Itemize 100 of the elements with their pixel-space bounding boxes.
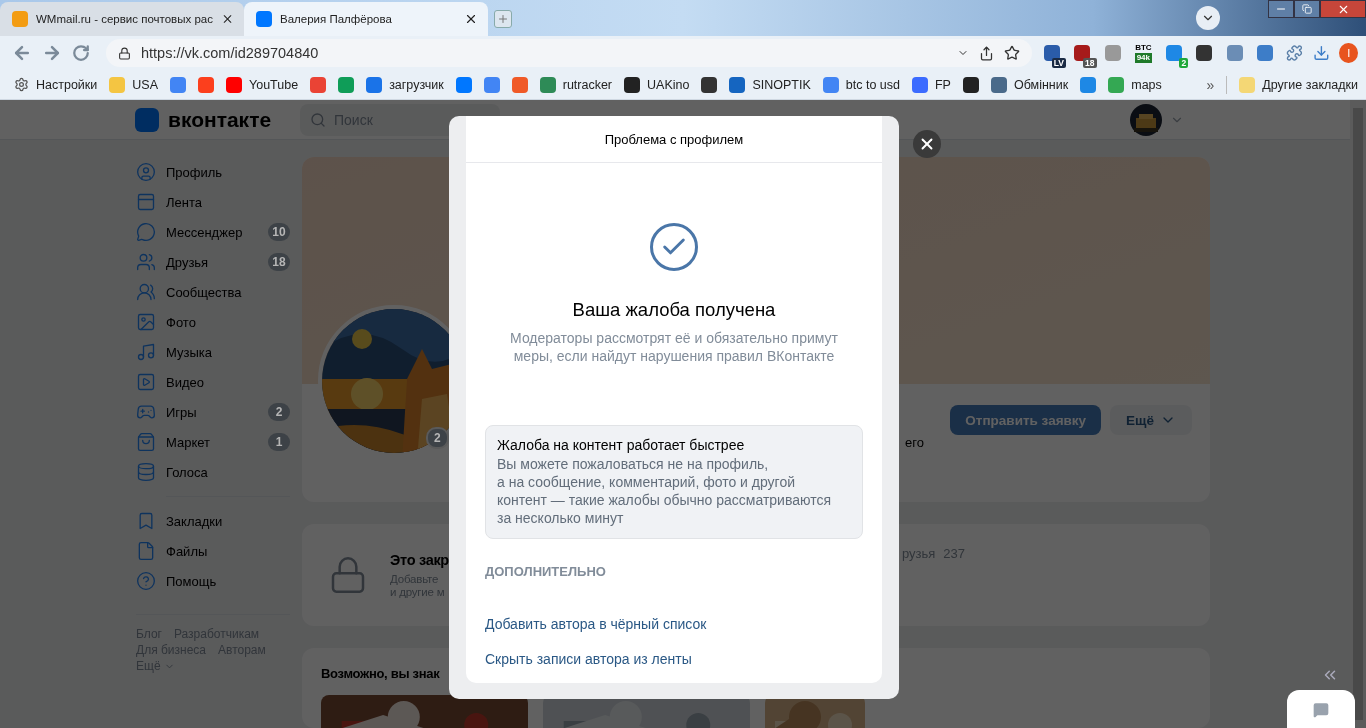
menu-item[interactable]: Помощь [136,566,290,596]
bookmark-icon[interactable] [701,76,718,93]
favicon-icon [822,76,839,93]
browser-tab[interactable]: Валерия Палфёрова [244,2,488,36]
lock-icon [118,46,131,60]
new-tab-button[interactable] [494,10,512,28]
bookmark[interactable]: Настройки [14,77,98,92]
section-heading: ДОПОЛНИТЕЛЬНО [485,564,607,579]
favicon-icon [1108,76,1125,93]
tab-search-button[interactable] [1196,6,1220,30]
plus-icon [497,13,509,25]
browser-tab[interactable]: WMmail.ru - сервис почтовых рас [0,2,244,36]
success-message: Модераторы рассмотрят её и обязательно примут меры, если найдут нарушения правил ВКонтакте [509,329,839,365]
back-icon[interactable] [12,43,32,63]
tip-text: Вы можете пожаловаться не на профиль, [497,455,770,473]
bookmark[interactable]: Обмінник [990,76,1069,93]
profile-text: его [905,435,924,450]
extension-icon[interactable] [1194,42,1215,64]
bookmark[interactable]: YouTube [226,76,299,93]
menu-item[interactable]: Музыка [136,337,290,367]
count-badge: 10 [268,223,290,241]
image-icon [136,312,156,332]
success-heading: Ваша жалоба получена [572,299,776,321]
reload-icon[interactable] [72,44,90,62]
bookmark[interactable]: загрузчик [366,76,444,93]
music-icon [136,342,156,362]
menu-item[interactable]: Лента [136,187,290,217]
chat-bubble-icon [136,222,156,242]
scrollbar[interactable] [1350,100,1366,728]
dialog-title: Проблема с профилем [466,116,882,163]
favicon-icon [226,76,242,93]
feed-icon [136,192,156,212]
tip-text: контент — такие жалобы обычно рассматриваются [497,491,833,509]
logo-text: вконтакте [168,107,272,132]
vk-logo-icon [135,107,159,132]
menu-item[interactable]: Сообщества [136,277,290,307]
bookmark[interactable]: maps [1108,76,1162,93]
help-icon [136,571,156,591]
forward-icon[interactable] [42,43,62,63]
bag-icon [136,432,156,452]
bookmark[interactable]: SINOPTIK [729,76,811,93]
restore-icon [1302,4,1312,14]
more-bookmarks-button[interactable]: » [1206,76,1215,93]
favicon-icon [366,76,383,93]
favicon-icon [624,76,641,93]
bookmark-folder[interactable]: Другие закладки [1239,76,1358,93]
menu-item[interactable]: Игры 2 [136,397,290,427]
puzzle-icon[interactable] [1285,44,1303,62]
bookmark-icon[interactable] [962,76,979,93]
mail-icon [12,11,28,27]
people-icon [136,252,156,272]
menu-item[interactable]: Закладки [136,506,290,536]
count-badge: 1 [268,433,290,451]
vk-icon [256,11,272,27]
action-link[interactable]: Добавить автора в чёрный список [485,616,707,632]
bookmark[interactable]: UAKino [624,76,690,93]
play-icon [136,372,156,392]
group-icon [136,282,156,302]
close-window-button[interactable] [1320,0,1366,18]
chat-icon [1313,702,1329,718]
menu-item[interactable]: Файлы [136,536,290,566]
download-icon[interactable] [1312,44,1330,62]
favicon-icon [729,76,746,93]
favicon-icon [539,76,556,93]
tip-title: Жалоба на контент работает быстрее [497,436,746,455]
menu-item[interactable]: Мессенджер 10 [136,217,290,247]
favicon-icon [109,76,126,93]
bookmark[interactable]: FP [912,76,951,93]
menu-item[interactable]: Видео [136,367,290,397]
menu-item[interactable]: Голоса [136,457,290,487]
bookmark[interactable]: USA [109,76,158,93]
tip-text: за несколько минут [497,509,625,527]
minimize-button[interactable] [1268,0,1294,18]
bookmark[interactable]: btc to usd [822,76,900,93]
action-link[interactable]: Скрыть записи автора из ленты [485,651,692,667]
success-check-icon [650,223,698,271]
card-title: Возможно, вы знак [321,666,440,681]
bookmark-star-icon[interactable] [1003,45,1020,61]
card-title: Это закр [390,552,449,568]
menu-item[interactable]: Маркет 1 [136,427,290,457]
chat-button[interactable] [1287,690,1355,728]
count-badge: 18 [268,253,290,271]
profile-avatar[interactable]: I [1339,43,1358,63]
tab-title: WMmail.ru - сервис почтовых рас [36,13,213,25]
coins-icon [136,462,156,482]
search-icon [310,111,326,128]
menu-item[interactable]: Друзья 18 [136,247,290,277]
bookmark[interactable]: rutracker [539,76,613,93]
tip-text: а на сообщение, комментарий, фото и другой [497,473,797,491]
address-bar[interactable]: https://vk.com/id289704840 [106,39,1032,67]
close-icon[interactable] [464,12,478,26]
menu-item[interactable]: Фото [136,307,290,337]
maximize-button[interactable] [1294,0,1320,18]
favicon-icon [912,76,928,93]
menu-item[interactable]: Профиль [136,157,290,187]
tab-title: Валерия Палфёрова [280,13,393,25]
gear-icon [14,77,29,92]
share-icon[interactable] [978,45,994,61]
user-icon [136,162,156,182]
count-badge: 2 [268,403,290,421]
